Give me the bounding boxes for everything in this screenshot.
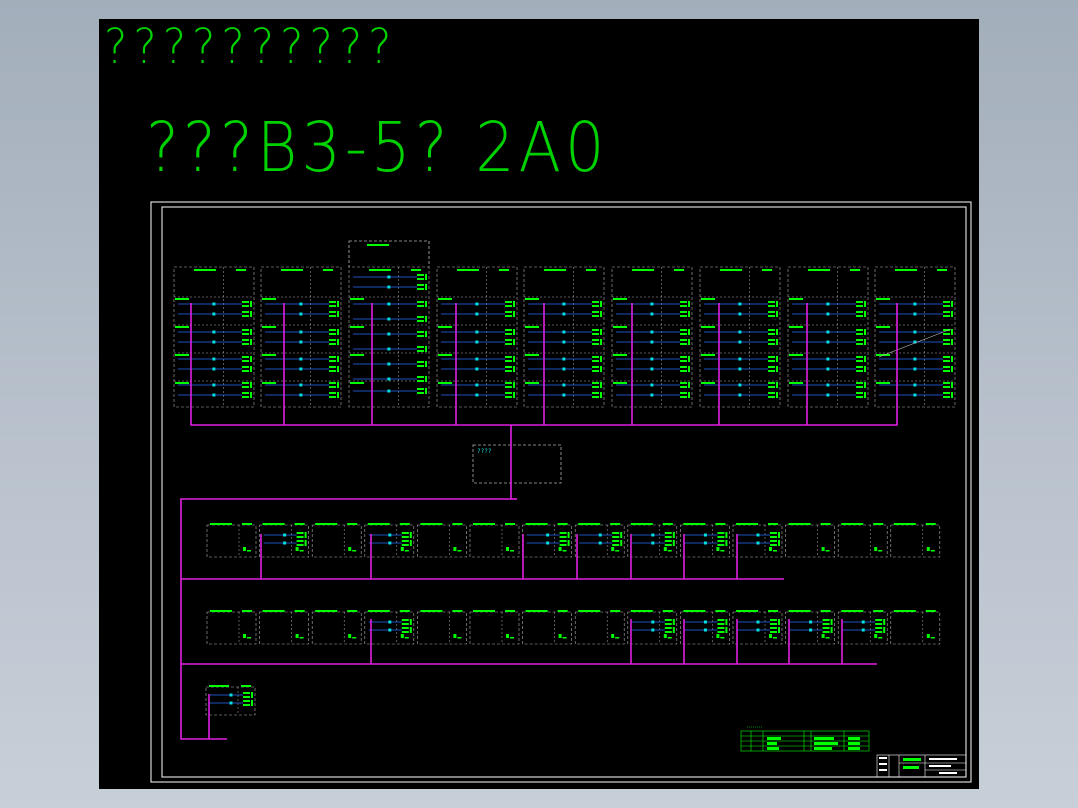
small-panel	[627, 610, 678, 645]
lower-left-panel	[205, 685, 256, 716]
small-panel	[837, 523, 888, 558]
middle-panel-row-1	[206, 523, 941, 558]
cabinet-column	[173, 266, 255, 408]
small-panel	[417, 523, 467, 558]
controller-label: ????	[477, 448, 492, 455]
small-panel	[732, 610, 783, 645]
small-panel	[522, 523, 572, 558]
cabinet-column	[436, 266, 518, 408]
small-panel	[469, 523, 520, 558]
cabinet-column	[611, 266, 693, 408]
small-panel	[680, 523, 730, 558]
small-panel	[417, 610, 467, 645]
small-panel	[364, 523, 415, 558]
small-panel	[311, 523, 362, 558]
small-panel	[364, 610, 415, 645]
schematic-sheet: ????	[150, 201, 972, 783]
cabinet-column	[523, 266, 605, 408]
middle-panel-row-2	[206, 610, 941, 645]
title-block	[876, 754, 967, 778]
small-panel	[469, 610, 520, 645]
main-bus-wiring	[180, 303, 898, 740]
small-panel	[206, 523, 257, 558]
cabinet-column	[787, 266, 869, 408]
small-panel	[627, 523, 678, 558]
small-panel	[574, 523, 625, 558]
cabinet-column	[348, 240, 430, 408]
small-panel	[206, 610, 257, 645]
small-panel	[785, 610, 835, 645]
small-panel	[259, 610, 309, 645]
small-panel	[837, 610, 888, 645]
cabinet-column	[260, 266, 342, 408]
outer-frame	[150, 201, 972, 783]
small-panel	[732, 523, 783, 558]
small-panel	[680, 610, 730, 645]
small-panel	[574, 610, 625, 645]
cabinet-column	[874, 266, 956, 408]
legend-table	[740, 726, 870, 752]
cad-drawing-canvas[interactable]: ?????????? ???B3-5? 2A0 ????	[99, 19, 979, 789]
small-panel	[522, 610, 572, 645]
cabinet-column	[699, 266, 781, 408]
small-panel	[890, 523, 941, 558]
small-panel	[311, 610, 362, 645]
small-panel	[890, 610, 941, 645]
small-panel	[259, 523, 309, 558]
upper-panel-group	[173, 240, 956, 408]
small-panel	[785, 523, 835, 558]
inner-frame	[161, 206, 967, 778]
